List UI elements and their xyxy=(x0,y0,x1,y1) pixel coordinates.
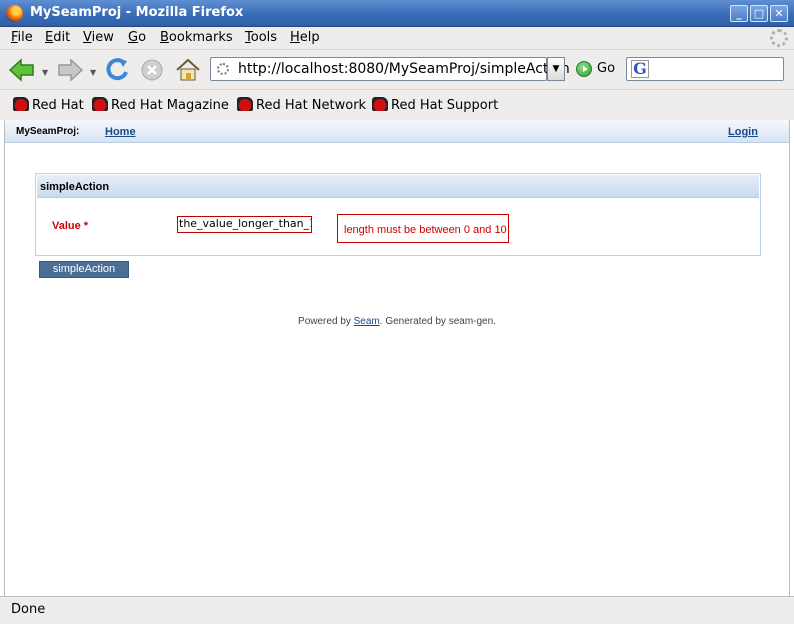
url-text[interactable]: http://localhost:8080/MySeamProj/simpleA… xyxy=(238,61,570,77)
stop-icon xyxy=(141,59,163,81)
google-search-engine-icon[interactable]: G xyxy=(631,60,649,78)
menu-bar: File Edit View Go Bookmarks Tools Help xyxy=(0,27,794,49)
home-link[interactable]: Home xyxy=(105,126,136,138)
red-hat-icon xyxy=(237,97,253,111)
throbber-icon xyxy=(770,29,788,47)
red-hat-icon xyxy=(92,97,108,111)
back-button[interactable] xyxy=(8,55,36,85)
search-box[interactable]: G xyxy=(626,57,784,81)
value-input[interactable]: the_value_longer_than_10 xyxy=(177,216,312,233)
page-viewport: MySeamProj: Home Login simpleAction Valu… xyxy=(4,120,790,596)
close-button[interactable]: ✕ xyxy=(770,5,788,22)
forward-history-dropdown-icon[interactable]: ▼ xyxy=(90,68,96,77)
menu-help[interactable]: Help xyxy=(290,30,320,45)
menu-file[interactable]: File xyxy=(11,30,33,45)
window-titlebar: MySeamProj - Mozilla Firefox _ □ ✕ xyxy=(0,0,794,27)
menu-tools[interactable]: Tools xyxy=(245,30,277,45)
red-hat-icon xyxy=(372,97,388,111)
simple-action-panel: simpleAction Value * the_value_longer_th… xyxy=(35,173,761,256)
url-history-dropdown-button[interactable]: ▼ xyxy=(547,57,565,81)
status-bar: Done xyxy=(0,596,794,624)
menu-bookmarks[interactable]: Bookmarks xyxy=(160,30,233,45)
window-title: MySeamProj - Mozilla Firefox xyxy=(30,5,244,20)
menu-view[interactable]: View xyxy=(83,30,114,45)
go-label: Go xyxy=(597,61,616,76)
footer-suffix: . Generated by seam-gen. xyxy=(379,316,496,327)
bookmark-red-hat-magazine[interactable]: Red Hat Magazine xyxy=(92,97,229,115)
simple-action-button[interactable]: simpleAction xyxy=(39,261,129,278)
app-menu-bar: MySeamProj: Home Login xyxy=(5,120,789,143)
reload-button[interactable] xyxy=(104,55,130,85)
seam-link[interactable]: Seam xyxy=(354,316,380,327)
value-field-label: Value * xyxy=(52,220,89,232)
red-hat-icon xyxy=(13,97,29,111)
browser-chrome: File Edit View Go Bookmarks Tools Help ▼… xyxy=(0,27,794,120)
firefox-icon xyxy=(6,5,23,22)
navigation-toolbar: ▼ ▼ http://localhost:8080/MySeamProj/sim… xyxy=(0,49,794,89)
footer-prefix: Powered by xyxy=(298,316,354,327)
login-link[interactable]: Login xyxy=(728,126,758,138)
menu-edit[interactable]: Edit xyxy=(45,30,70,45)
stop-button[interactable] xyxy=(140,55,164,85)
forward-arrow-icon xyxy=(58,58,84,82)
project-label: MySeamProj: xyxy=(16,126,80,137)
bookmark-red-hat-support[interactable]: Red Hat Support xyxy=(372,97,498,115)
maximize-button[interactable]: □ xyxy=(750,5,768,22)
go-icon xyxy=(576,61,592,77)
panel-title: simpleAction xyxy=(40,181,110,193)
forward-button[interactable] xyxy=(56,55,84,85)
status-text: Done xyxy=(11,602,46,617)
back-arrow-icon xyxy=(8,58,34,82)
minimize-button[interactable]: _ xyxy=(730,5,748,22)
panel-header: simpleAction xyxy=(37,175,759,198)
home-button[interactable] xyxy=(174,55,202,85)
bookmark-red-hat-network[interactable]: Red Hat Network xyxy=(237,97,366,115)
back-history-dropdown-icon[interactable]: ▼ xyxy=(42,68,48,77)
bookmarks-toolbar: Red Hat Red Hat Magazine Red Hat Network… xyxy=(0,89,794,120)
menu-go[interactable]: Go xyxy=(128,30,146,45)
validation-error-message: length must be between 0 and 10 xyxy=(337,214,509,243)
bookmark-red-hat[interactable]: Red Hat xyxy=(13,97,84,115)
page-footer: Powered by Seam. Generated by seam-gen. xyxy=(5,316,789,327)
home-icon xyxy=(176,58,200,81)
reload-icon xyxy=(106,58,128,81)
url-bar[interactable]: http://localhost:8080/MySeamProj/simpleA… xyxy=(210,57,570,81)
page-loading-icon xyxy=(217,63,229,75)
